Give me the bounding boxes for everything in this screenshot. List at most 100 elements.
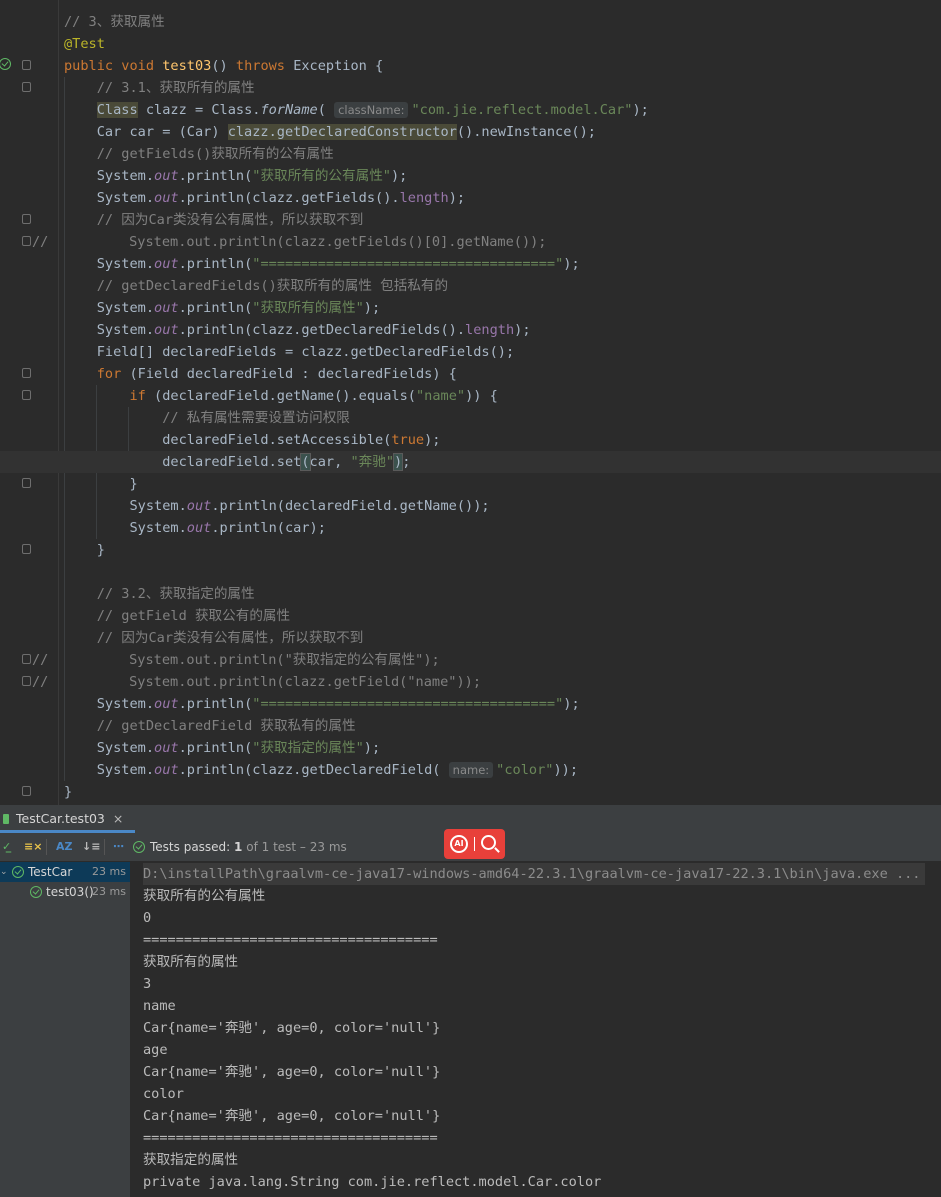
code-token: "获取指定的属性" <box>252 740 364 756</box>
code-token: System. <box>64 300 155 316</box>
code-line[interactable]: System.out.println("获取所有的公有属性"); <box>0 165 941 187</box>
show-passed-icon[interactable]: ✓̲ <box>2 837 11 857</box>
run-tab[interactable]: TestCar.test03 × <box>0 805 136 833</box>
console-output[interactable]: D:\installPath\graalvm-ce-java17-windows… <box>131 862 941 1197</box>
code-token: // 因为Car类没有公有属性，所以获取不到 <box>96 630 364 646</box>
sort-duration-icon[interactable]: ↓≡ <box>82 837 100 857</box>
fold-icon[interactable] <box>22 544 31 554</box>
code-token: System.out.println(clazz.getFields()[0].… <box>80 234 547 250</box>
code-token: System. <box>64 168 155 184</box>
code-line[interactable]: Car car = (Car) clazz.getDeclaredConstru… <box>0 121 941 143</box>
tree-item-test03[interactable]: test03() 23 ms <box>0 882 130 902</box>
code-text: System.out.println("====================… <box>64 693 580 715</box>
code-line[interactable]: // 3.2、获取指定的属性 <box>0 583 941 605</box>
code-token: declaredField.setAccessible( <box>64 432 392 448</box>
sort-alpha-icon[interactable]: AZ <box>56 837 73 857</box>
code-line[interactable]: Class clazz = Class.forName( className: "… <box>0 99 941 121</box>
more-options-icon[interactable]: ⋯ <box>113 837 124 857</box>
fold-icon[interactable] <box>22 60 31 70</box>
code-token: out <box>186 520 212 536</box>
comment-prefix: // <box>32 674 49 690</box>
code-line[interactable]: @Test <box>0 33 941 55</box>
code-editor[interactable]: // 3、获取属性 @Test public void test03() throw… <box>0 0 941 805</box>
code-line[interactable]: // System.out.println("获取指定的公有属性"); <box>0 649 941 671</box>
code-text: System.out.println(clazz.getDeclaredFiel… <box>64 319 531 341</box>
code-line[interactable]: // getDeclaredFields()获取所有的属性 包括私有的 <box>0 275 941 297</box>
code-token: .println(declaredField.getName()); <box>211 498 490 514</box>
console-line: Car{name='奔驰', age=0, color='null'} <box>143 1020 441 1036</box>
code-text: // 3.1、获取所有的属性 <box>64 77 255 99</box>
code-token: .println( <box>178 300 253 316</box>
code-line[interactable]: // 因为Car类没有公有属性，所以获取不到 <box>0 209 941 231</box>
code-line[interactable]: // 3、获取属性 <box>0 11 941 33</box>
fold-icon[interactable] <box>22 214 31 224</box>
search-icon[interactable] <box>481 835 496 850</box>
code-line[interactable]: public void test03() throws Exception { <box>0 55 941 77</box>
code-line[interactable]: System.out.println(declaredField.getName… <box>0 495 941 517</box>
code-text: // 3.2、获取指定的属性 <box>64 583 255 605</box>
console-line: Car{name='奔驰', age=0, color='null'} <box>143 1064 441 1080</box>
ai-toolbar-separator <box>474 837 475 851</box>
code-line[interactable]: // 3.1、获取所有的属性 <box>0 77 941 99</box>
ai-assistant-icon[interactable]: AI <box>450 835 468 853</box>
code-text: @Test <box>64 33 105 55</box>
code-line[interactable]: declaredField.set(car, "奔驰"); <box>0 451 941 473</box>
code-line[interactable]: } <box>0 781 941 803</box>
code-line[interactable]: // getFields()获取所有的公有属性 <box>0 143 941 165</box>
code-line[interactable]: System.out.println(clazz.getFields().len… <box>0 187 941 209</box>
test-tab-icon <box>3 814 9 824</box>
code-token: System. <box>64 696 155 712</box>
code-token: declaredField.set <box>64 454 302 470</box>
passed-check-icon <box>30 886 42 898</box>
code-token: for <box>96 366 130 382</box>
code-line[interactable]: // System.out.println(clazz.getField("na… <box>0 671 941 693</box>
show-ignored-icon[interactable]: ≡× <box>24 837 42 857</box>
code-token: // 3.1、获取所有的属性 <box>96 80 255 96</box>
code-line[interactable]: if (declaredField.getName().equals("name… <box>0 385 941 407</box>
code-text: declaredField.set(car, "奔驰"); <box>64 451 410 473</box>
fold-icon[interactable] <box>22 478 31 488</box>
code-line[interactable]: Field[] declaredFields = clazz.getDeclar… <box>0 341 941 363</box>
code-line[interactable]: } <box>0 539 941 561</box>
code-line[interactable]: System.out.println(clazz.getDeclaredFiel… <box>0 759 941 781</box>
code-text: System.out.println("获取指定的属性"); <box>64 737 380 759</box>
code-token: ); <box>632 102 649 118</box>
fold-icon[interactable] <box>22 390 31 400</box>
code-line[interactable]: System.out.println(clazz.getDeclaredFiel… <box>0 319 941 341</box>
fold-icon[interactable] <box>22 236 31 246</box>
fold-icon[interactable] <box>22 786 31 796</box>
code-line[interactable]: System.out.println("====================… <box>0 693 941 715</box>
code-line[interactable]: // getDeclaredField 获取私有的属性 <box>0 715 941 737</box>
code-token: @Test <box>64 36 105 52</box>
code-line[interactable]: } <box>0 473 941 495</box>
code-line[interactable]: System.out.println("====================… <box>0 253 941 275</box>
code-token: out <box>154 256 179 272</box>
code-line[interactable]: declaredField.setAccessible(true); <box>0 429 941 451</box>
tree-item-testcar[interactable]: ⌄ TestCar 23 ms <box>0 862 130 882</box>
code-line[interactable]: System.out.println("获取指定的属性"); <box>0 737 941 759</box>
code-line[interactable]: System.out.println("获取所有的属性"); <box>0 297 941 319</box>
code-token: System. <box>64 498 187 514</box>
code-token: Car car = (Car) <box>64 124 228 140</box>
code-line[interactable]: // 私有属性需要设置访问权限 <box>0 407 941 429</box>
chevron-down-icon[interactable]: ⌄ <box>0 862 8 882</box>
run-test-passed-icon[interactable] <box>0 58 11 70</box>
code-token: // getFields()获取所有的公有属性 <box>96 146 334 162</box>
code-line[interactable]: for (Field declaredField : declaredField… <box>0 363 941 385</box>
code-line[interactable]: System.out.println(car); <box>0 517 941 539</box>
close-icon[interactable]: × <box>113 811 123 826</box>
code-text: Field[] declaredFields = clazz.getDeclar… <box>64 341 514 363</box>
code-token: ) <box>392 453 404 471</box>
code-line[interactable]: // 因为Car类没有公有属性，所以获取不到 <box>0 627 941 649</box>
code-line[interactable] <box>0 561 941 583</box>
fold-icon[interactable] <box>22 654 31 664</box>
fold-icon[interactable] <box>22 368 31 378</box>
console-line: 3 <box>143 976 152 992</box>
code-line[interactable]: // System.out.println(clazz.getFields()[… <box>0 231 941 253</box>
code-line[interactable]: // getField 获取公有的属性 <box>0 605 941 627</box>
fold-icon[interactable] <box>22 82 31 92</box>
fold-icon[interactable] <box>22 676 31 686</box>
